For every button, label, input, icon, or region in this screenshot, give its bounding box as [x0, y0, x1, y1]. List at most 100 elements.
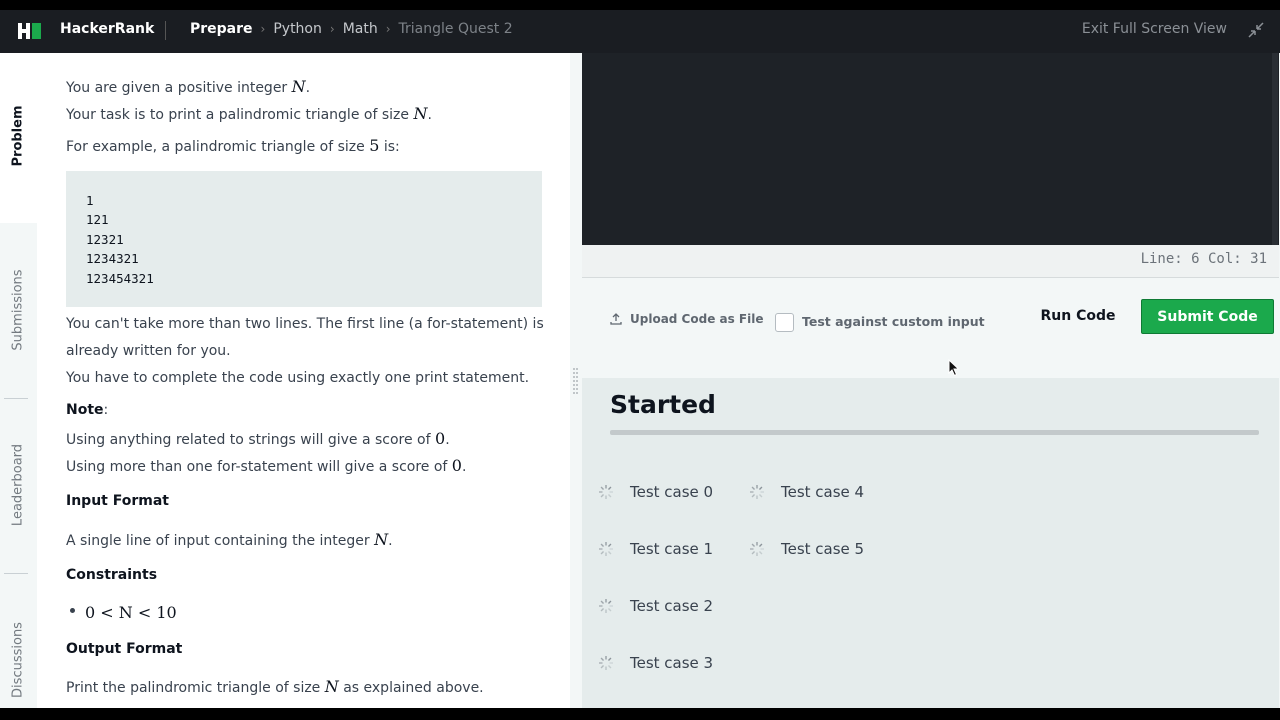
math-var-n: N: [413, 104, 428, 123]
intro-line-1: You are given a positive integer N.: [66, 77, 310, 96]
tab-divider: [4, 573, 28, 574]
example-code-block: 1 121 12321 1234321 123454321: [66, 171, 542, 307]
period: .: [445, 432, 450, 448]
breadcrumb-prepare[interactable]: Prepare: [190, 21, 253, 37]
breadcrumb: Prepare › Python › Math › Triangle Quest…: [190, 21, 513, 37]
input-format-text: A single line of input containing the in…: [66, 530, 393, 549]
loading-spinner-icon: [750, 485, 764, 499]
note-label-line: Note:: [66, 402, 108, 418]
test-case-label: Test case 5: [781, 540, 865, 558]
breadcrumb-current: Triangle Quest 2: [398, 21, 513, 37]
loading-spinner-icon: [750, 542, 764, 556]
test-case-item[interactable]: Test case 5: [749, 540, 864, 558]
chevron-right-icon: ›: [260, 22, 266, 36]
upload-label: Upload Code as File: [630, 312, 764, 326]
input-format-body: A single line of input containing the in…: [66, 533, 370, 549]
chevron-right-icon: ›: [385, 22, 391, 36]
period: .: [461, 459, 467, 475]
test-case-item[interactable]: Test case 4: [749, 483, 864, 501]
loading-spinner-icon: [599, 542, 613, 556]
nav-divider: [165, 21, 166, 40]
run-code-button[interactable]: Run Code: [1030, 299, 1126, 333]
test-case-item[interactable]: Test case 0: [598, 483, 713, 501]
intro-line-2: Your task is to print a palindromic tria…: [66, 104, 432, 123]
note-colon: :: [103, 402, 109, 418]
results-status: Started: [610, 390, 716, 419]
loading-spinner-icon: [599, 599, 613, 613]
input-format-heading: Input Format: [66, 493, 169, 509]
exit-fullscreen-link[interactable]: Exit Full Screen View: [1082, 21, 1227, 37]
custom-input-label[interactable]: Test against custom input: [802, 314, 985, 329]
hackerrank-logo-icon[interactable]: [18, 21, 42, 41]
math-zero: 0: [435, 429, 446, 448]
period: .: [427, 107, 432, 123]
rule-line-3: You have to complete the code using exac…: [66, 370, 530, 386]
bottom-letterbox: [0, 708, 1280, 720]
period: .: [305, 80, 311, 96]
note-line-1: Using anything related to strings will g…: [66, 429, 450, 448]
submit-code-button[interactable]: Submit Code: [1141, 299, 1274, 334]
test-case-item[interactable]: Test case 1: [598, 540, 713, 558]
math-number-5: 5: [369, 136, 380, 155]
math-var-n: N: [324, 677, 339, 696]
upload-icon: [610, 313, 622, 325]
code-line: 123454321: [86, 270, 154, 286]
cursor-position: Line: 6 Col: 31: [1140, 251, 1267, 267]
tab-problem[interactable]: Problem: [11, 106, 26, 167]
rule-line-2: already written for you.: [66, 343, 231, 359]
breadcrumb-python[interactable]: Python: [273, 21, 322, 37]
note-label: Note: [66, 402, 104, 418]
intro-text-2: Your task is to print a palindromic tria…: [66, 107, 409, 123]
loading-spinner-icon: [599, 656, 613, 670]
constraints-heading: Constraints: [66, 567, 158, 583]
rule-line-1: You can't take more than two lines. The …: [66, 316, 544, 332]
output-prefix: Print the palindromic triangle of size: [66, 680, 321, 696]
tab-discussions[interactable]: Discussions: [11, 622, 26, 698]
code-editor[interactable]: [582, 53, 1279, 245]
upload-code-button[interactable]: Upload Code as File: [610, 312, 764, 326]
brand-name[interactable]: HackerRank: [60, 21, 154, 37]
test-case-item[interactable]: Test case 2: [598, 597, 713, 615]
breadcrumb-math[interactable]: Math: [343, 21, 378, 37]
math-zero: 0: [451, 456, 462, 475]
problem-panel: Problem Submissions Leaderboard Discussi…: [0, 53, 570, 708]
note-text-1: Using anything related to strings will g…: [66, 432, 431, 448]
output-format-text: Print the palindromic triangle of size N…: [66, 677, 484, 696]
example-prefix: For example, a palindromic triangle of s…: [66, 139, 365, 155]
vertical-tab-bar: Problem Submissions Leaderboard Discussi…: [0, 53, 37, 708]
test-case-label: Test case 2: [630, 597, 714, 615]
chevron-right-icon: ›: [329, 22, 335, 36]
math-var-n: N: [374, 530, 389, 549]
code-line: 12321: [86, 231, 124, 247]
output-format-heading: Output Format: [66, 641, 183, 657]
test-results-panel: Started Test case 0 Test case 1 Test cas…: [582, 378, 1279, 708]
output-suffix: as explained above.: [343, 680, 484, 696]
test-case-label: Test case 4: [781, 483, 865, 501]
period: .: [388, 533, 393, 549]
bullet-icon: [70, 608, 75, 613]
loading-spinner-icon: [599, 485, 613, 499]
code-line: 121: [86, 212, 109, 228]
exit-fullscreen-icon[interactable]: [1248, 22, 1264, 38]
code-line: 1: [86, 193, 94, 208]
example-suffix: is:: [383, 139, 400, 155]
tab-divider: [4, 398, 28, 399]
editor-status-bar: Line: 6 Col: 31: [582, 245, 1279, 278]
intro-text-1: You are given a positive integer: [66, 80, 288, 96]
code-line: 1234321: [86, 251, 139, 267]
resize-handle[interactable]: [573, 368, 579, 398]
example-line: For example, a palindromic triangle of s…: [66, 136, 400, 155]
test-case-item[interactable]: Test case 3: [598, 654, 713, 672]
test-case-label: Test case 0: [630, 483, 714, 501]
math-var-n: N: [291, 77, 306, 96]
editor-scrollbar[interactable]: [1272, 53, 1278, 245]
note-text-2: Using more than one for-statement will g…: [66, 459, 448, 475]
mouse-pointer-icon: [948, 359, 960, 377]
tab-leaderboard[interactable]: Leaderboard: [11, 444, 26, 526]
test-case-label: Test case 1: [630, 540, 714, 558]
constraint-item: 0 < N < 10: [85, 603, 177, 622]
tab-submissions[interactable]: Submissions: [11, 269, 26, 350]
progress-bar: [610, 430, 1259, 435]
custom-input-checkbox[interactable]: [775, 313, 794, 332]
test-case-label: Test case 3: [630, 654, 714, 672]
